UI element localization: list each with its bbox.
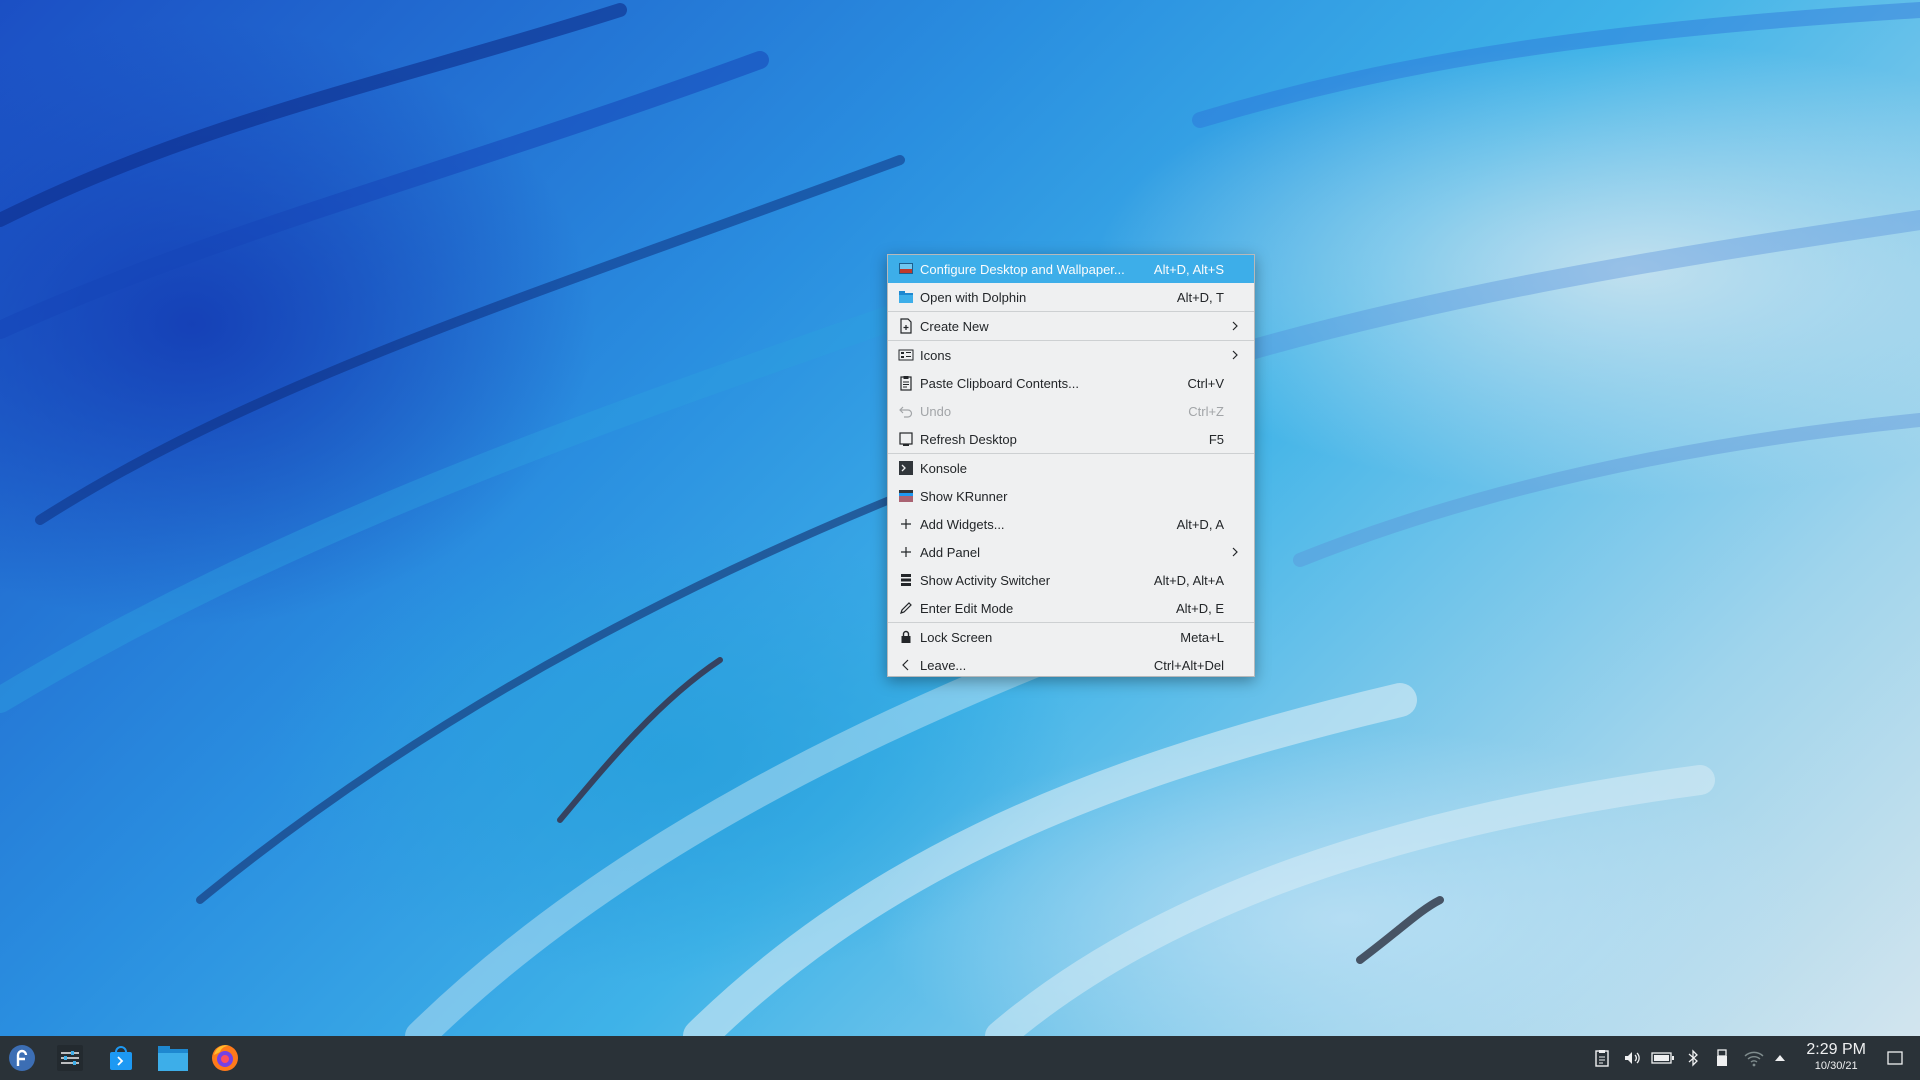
activities-icon — [898, 572, 914, 588]
menu-item-label: Enter Edit Mode — [920, 600, 1014, 616]
menu-item-activity-switcher[interactable]: Show Activity Switcher Alt+D, Alt+A — [888, 566, 1254, 594]
menu-item-leave[interactable]: Leave... Ctrl+Alt+Del — [888, 651, 1254, 679]
menu-item-label: Add Panel — [920, 544, 980, 560]
bluetooth-icon — [1688, 1049, 1698, 1067]
menu-item-label: Add Widgets... — [920, 516, 1005, 532]
desktop-context-menu: Configure Desktop and Wallpaper... Alt+D… — [887, 254, 1255, 677]
menu-item-shortcut: F5 — [1208, 431, 1224, 447]
clock-date: 10/30/21 — [1814, 1060, 1858, 1072]
task-dolphin[interactable] — [153, 1040, 193, 1076]
new-document-icon — [898, 318, 914, 334]
clipboard-icon — [1595, 1050, 1609, 1067]
taskbar: 2:29 PM 10/30/21 — [0, 1036, 1920, 1080]
menu-item-label: Open with Dolphin — [920, 289, 1027, 305]
menu-item-label: Refresh Desktop — [920, 431, 1017, 447]
menu-item-refresh-desktop[interactable]: Refresh Desktop F5 — [888, 425, 1254, 453]
tray-volume[interactable] — [1622, 1048, 1642, 1068]
discover-store-icon — [110, 1046, 132, 1070]
tray-device[interactable] — [1712, 1048, 1732, 1068]
volume-icon — [1625, 1052, 1640, 1064]
application-launcher[interactable] — [2, 1040, 42, 1076]
icons-grid-icon — [898, 347, 914, 363]
menu-item-add-panel[interactable]: Add Panel — [888, 538, 1254, 566]
menu-item-shortcut: Alt+D, Alt+A — [1153, 572, 1224, 588]
menu-item-shortcut: Ctrl+Alt+Del — [1153, 657, 1224, 673]
folder-icon — [898, 289, 914, 305]
fedora-logo-icon — [9, 1045, 35, 1071]
task-firefox[interactable] — [205, 1040, 245, 1076]
digital-clock[interactable]: 2:29 PM 10/30/21 — [1806, 1041, 1866, 1073]
tray-clipboard[interactable] — [1592, 1048, 1612, 1068]
task-discover[interactable] — [101, 1040, 141, 1076]
desktop-config-icon — [898, 261, 914, 277]
menu-item-label: Show KRunner — [920, 488, 1008, 504]
menu-item-label: Paste Clipboard Contents... — [920, 375, 1079, 391]
menu-item-shortcut: Alt+D, Alt+S — [1153, 261, 1224, 277]
krunner-icon — [898, 488, 914, 504]
menu-item-create-new[interactable]: Create New — [888, 312, 1254, 340]
firefox-icon — [212, 1045, 238, 1071]
system-settings-icon — [57, 1045, 83, 1071]
menu-item-shortcut: Alt+D, A — [1176, 516, 1224, 532]
menu-item-label: Undo — [920, 403, 952, 419]
tray-expand[interactable] — [1770, 1048, 1790, 1068]
menu-item-shortcut: Alt+D, E — [1175, 600, 1224, 616]
menu-item-open-dolphin[interactable]: Open with Dolphin Alt+D, T — [888, 283, 1254, 311]
task-system-settings[interactable] — [50, 1040, 90, 1076]
menu-item-shortcut: Meta+L — [1180, 629, 1224, 645]
battery-icon — [1651, 1052, 1674, 1064]
menu-item-label: Create New — [920, 318, 989, 334]
menu-item-lock-screen[interactable]: Lock Screen Meta+L — [888, 623, 1254, 651]
chevron-right-icon — [1232, 547, 1238, 557]
tray-bluetooth[interactable] — [1683, 1048, 1703, 1068]
menu-item-edit-mode[interactable]: Enter Edit Mode Alt+D, E — [888, 594, 1254, 622]
wifi-icon — [1744, 1051, 1764, 1067]
undo-icon — [898, 403, 914, 419]
show-desktop-icon — [1887, 1051, 1903, 1065]
plus-icon — [898, 516, 914, 532]
chevron-right-icon — [1232, 350, 1238, 360]
menu-item-label: Leave... — [920, 657, 967, 673]
plus-icon — [898, 544, 914, 560]
menu-item-label: Configure Desktop and Wallpaper... — [920, 261, 1125, 277]
terminal-icon — [898, 460, 914, 476]
menu-item-label: Icons — [920, 347, 952, 363]
menu-item-label: Lock Screen — [920, 629, 993, 645]
tray-battery[interactable] — [1651, 1048, 1675, 1068]
chevron-right-icon — [1232, 321, 1238, 331]
menu-item-show-krunner[interactable]: Show KRunner — [888, 482, 1254, 510]
chevron-left-icon — [898, 657, 914, 673]
menu-item-paste-clipboard[interactable]: Paste Clipboard Contents... Ctrl+V — [888, 369, 1254, 397]
clipboard-icon — [898, 375, 914, 391]
menu-item-add-widgets[interactable]: Add Widgets... Alt+D, A — [888, 510, 1254, 538]
pencil-icon — [898, 600, 914, 616]
refresh-icon — [898, 431, 914, 447]
menu-item-shortcut: Ctrl+Z — [1188, 403, 1224, 419]
menu-item-configure-desktop[interactable]: Configure Desktop and Wallpaper... Alt+D… — [888, 255, 1254, 283]
dolphin-folder-icon — [158, 1046, 188, 1071]
tray-network[interactable] — [1743, 1048, 1765, 1068]
menu-item-label: Show Activity Switcher — [920, 572, 1051, 588]
menu-item-label: Konsole — [920, 460, 967, 476]
clock-time: 2:29 PM — [1806, 1041, 1866, 1058]
menu-item-shortcut: Ctrl+V — [1187, 375, 1224, 391]
menu-item-konsole[interactable]: Konsole — [888, 454, 1254, 482]
menu-item-shortcut: Alt+D, T — [1176, 289, 1224, 305]
expand-tray-icon — [1775, 1055, 1785, 1061]
menu-item-icons[interactable]: Icons — [888, 341, 1254, 369]
menu-item-undo[interactable]: Undo Ctrl+Z — [888, 397, 1254, 425]
usb-device-icon — [1717, 1049, 1727, 1066]
show-desktop-button[interactable] — [1885, 1048, 1905, 1068]
lock-icon — [898, 629, 914, 645]
